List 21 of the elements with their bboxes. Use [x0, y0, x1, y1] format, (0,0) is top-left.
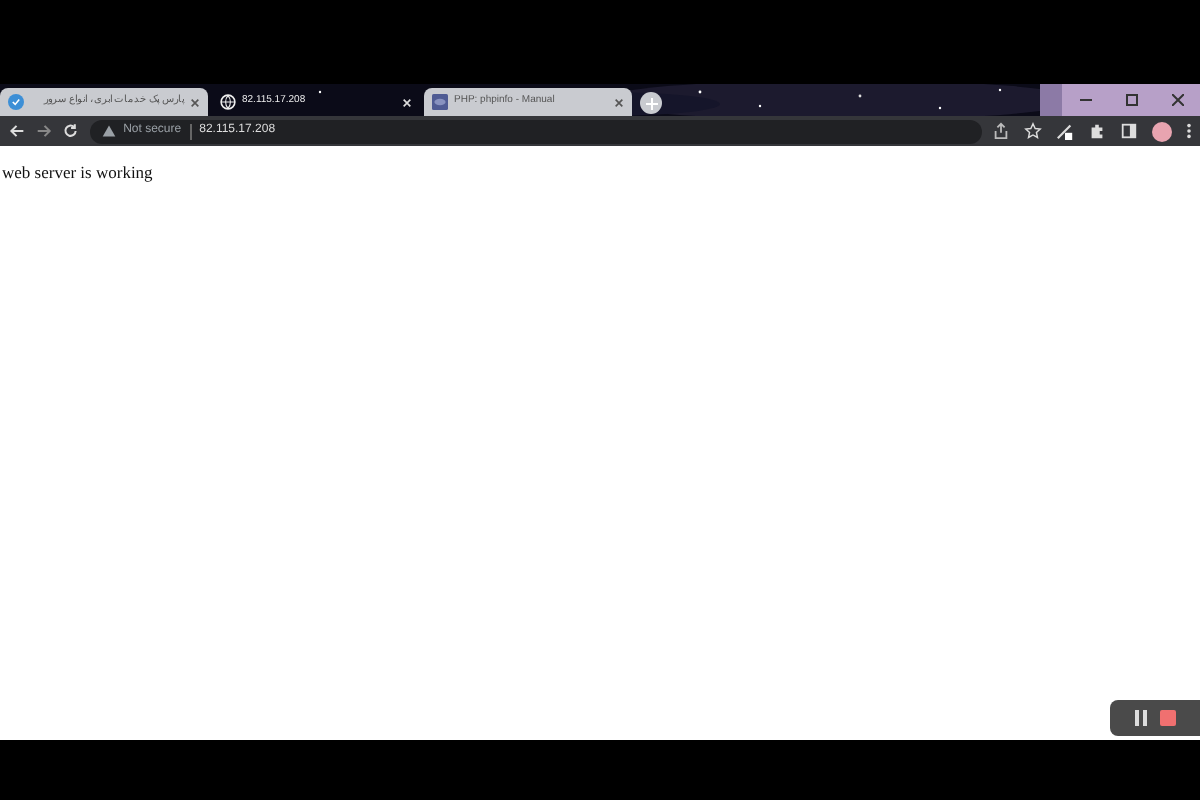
- menu-icon[interactable]: [1186, 122, 1192, 140]
- pen-icon[interactable]: [1056, 122, 1074, 140]
- close-button[interactable]: [1154, 84, 1200, 116]
- star-icon[interactable]: [1024, 122, 1042, 140]
- back-icon[interactable]: [8, 122, 26, 140]
- php-icon: [432, 94, 448, 110]
- warning-icon: [101, 124, 116, 138]
- reload-icon[interactable]: [62, 122, 80, 140]
- forward-icon[interactable]: [35, 122, 53, 140]
- close-icon: [1171, 94, 1183, 106]
- globe-icon: [220, 94, 236, 110]
- share-icon[interactable]: [992, 122, 1010, 140]
- minimize-icon: [1079, 94, 1091, 106]
- shield-icon: [8, 94, 24, 110]
- profile-avatar[interactable]: [1152, 121, 1172, 141]
- pause-icon[interactable]: [1134, 710, 1148, 726]
- plus-icon: [645, 97, 657, 109]
- puzzle-icon[interactable]: [1088, 122, 1106, 140]
- sidebar-icon[interactable]: [1120, 122, 1138, 140]
- page-text: web server is working: [0, 160, 153, 186]
- restore-icon: [1125, 94, 1137, 106]
